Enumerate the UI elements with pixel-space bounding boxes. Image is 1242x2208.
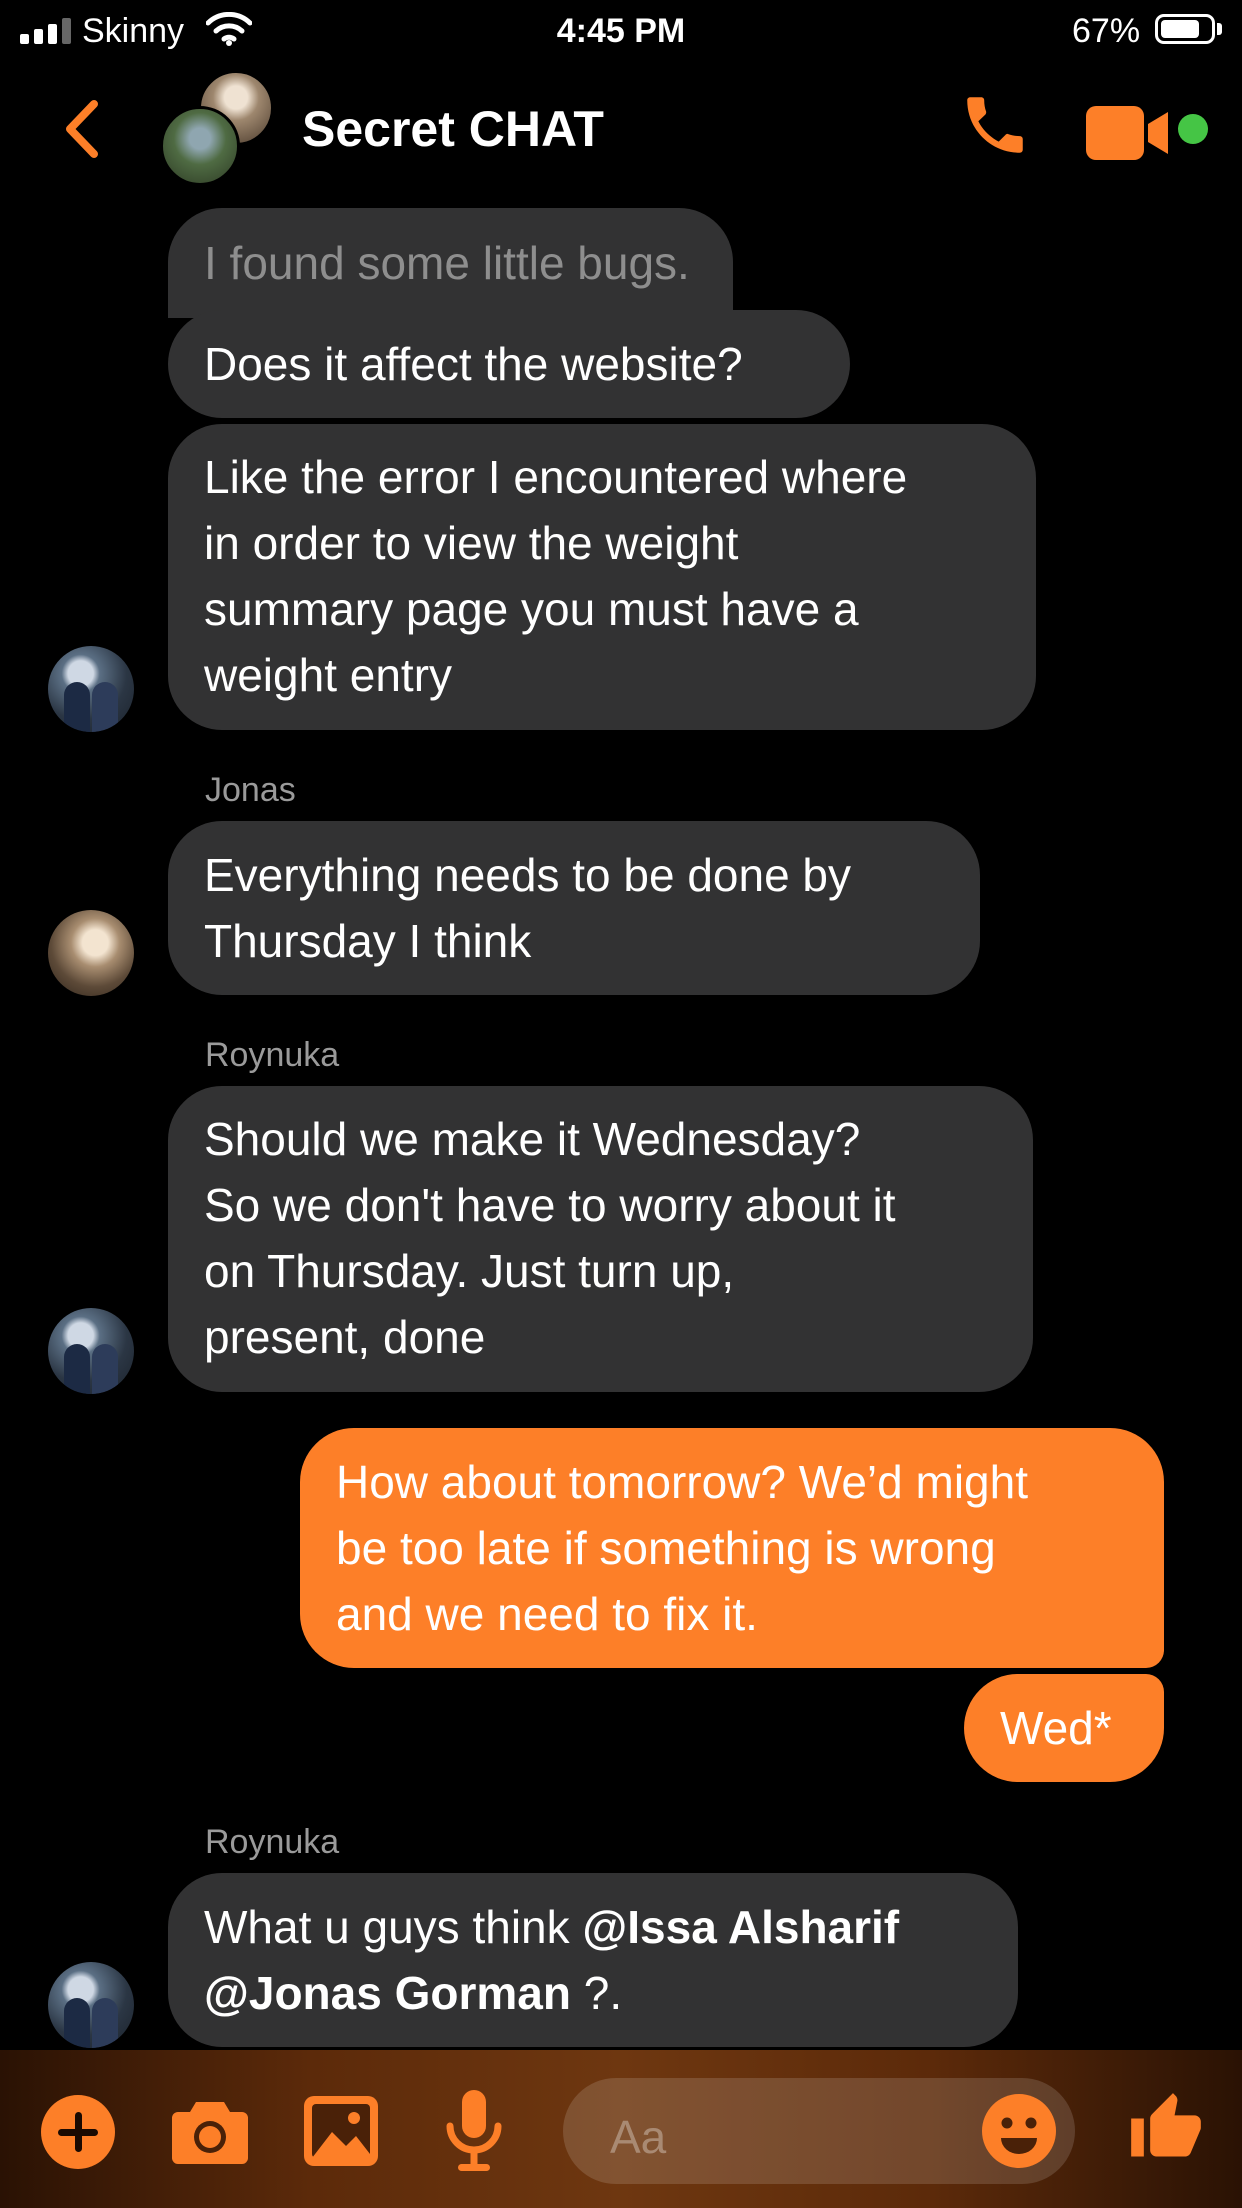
message-text: Wed*	[1000, 1702, 1112, 1754]
avatar[interactable]	[48, 1308, 134, 1394]
more-actions-button[interactable]	[40, 2094, 116, 2175]
microphone-icon	[446, 2090, 502, 2171]
video-call-button[interactable]	[1086, 106, 1170, 165]
message-line: Like the error I encountered where	[204, 451, 908, 503]
message-bubble-outgoing[interactable]: How about tomorrow? We’d might be too la…	[300, 1428, 1164, 1668]
plus-icon	[41, 2095, 115, 2169]
mention-issa[interactable]: @Issa Alsharif	[582, 1901, 899, 1953]
video-camera-icon	[1086, 106, 1168, 160]
message-line: be too late if something is wrong	[336, 1522, 996, 1574]
avatar[interactable]	[48, 1962, 134, 2048]
message-bubble[interactable]: Does it affect the website?	[168, 310, 850, 418]
status-bar: Skinny 4:45 PM 67%	[0, 0, 1242, 64]
clock: 4:45 PM	[556, 12, 686, 50]
battery-icon	[1155, 14, 1215, 44]
voice-call-button[interactable]	[958, 88, 1032, 167]
message-line: weight entry	[204, 649, 453, 701]
message-line: in order to view the weight	[204, 517, 739, 569]
composer-bar: Aa	[0, 2050, 1242, 2208]
message-bubble[interactable]: Everything needs to be done by Thursday …	[168, 821, 980, 995]
message-text: What u guys think	[204, 1901, 583, 1953]
message-line: summary page you must have a	[204, 583, 859, 635]
message-line: @Jonas Gorman ?.	[204, 1960, 982, 2026]
message-bubble[interactable]: Like the error I encountered where in or…	[168, 424, 1036, 730]
camera-button[interactable]	[172, 2098, 248, 2169]
group-avatar[interactable]	[160, 70, 280, 190]
message-text: ?.	[570, 1967, 623, 2019]
back-button[interactable]	[62, 98, 102, 165]
chat-title[interactable]: Secret CHAT	[302, 100, 604, 158]
message-line: Thursday I think	[204, 915, 532, 967]
message-line: Everything needs to be done by	[204, 849, 852, 901]
message-bubble[interactable]: Should we make it Wednesday? So we don't…	[168, 1086, 1033, 1392]
message-line: So we don't have to worry about it	[204, 1179, 896, 1231]
message-line: Should we make it Wednesday?	[204, 1113, 861, 1165]
sender-name: Roynuka	[205, 1036, 340, 1074]
sender-name: Roynuka	[205, 1823, 340, 1861]
chevron-left-icon	[66, 100, 98, 158]
like-button[interactable]	[1128, 2090, 1204, 2171]
thumbs-up-icon	[1131, 2093, 1201, 2157]
chat-header: Secret CHAT	[0, 64, 1242, 194]
battery-percentage: 67%	[1072, 12, 1141, 50]
message-line: on Thursday. Just turn up,	[204, 1245, 735, 1297]
online-status-dot	[1178, 114, 1208, 144]
avatar[interactable]	[48, 910, 134, 996]
message-line: What u guys think @Issa Alsharif	[204, 1894, 982, 1960]
message-line: How about tomorrow? We’d might	[336, 1456, 1028, 1508]
camera-icon	[172, 2102, 248, 2164]
message-line: present, done	[204, 1311, 486, 1363]
message-input-placeholder: Aa	[610, 2111, 667, 2163]
gallery-button[interactable]	[304, 2096, 378, 2171]
sender-name: Jonas	[205, 771, 296, 809]
message-text: I found some little bugs.	[204, 237, 690, 289]
message-bubble[interactable]: I found some little bugs.	[168, 208, 733, 318]
message-text: Does it affect the website?	[204, 338, 743, 390]
phone-icon	[967, 97, 1023, 153]
message-bubble[interactable]: What u guys think @Issa Alsharif @Jonas …	[168, 1873, 1018, 2047]
message-bubble-outgoing[interactable]: Wed*	[964, 1674, 1164, 1782]
avatar[interactable]	[48, 646, 134, 732]
emoji-icon	[982, 2094, 1056, 2168]
emoji-button[interactable]	[982, 2094, 1056, 2173]
message-line: and we need to fix it.	[336, 1588, 758, 1640]
image-icon	[304, 2096, 378, 2166]
mention-jonas[interactable]: @Jonas Gorman	[204, 1967, 571, 2019]
battery-tip	[1217, 23, 1222, 35]
voice-message-button[interactable]	[446, 2090, 502, 2177]
